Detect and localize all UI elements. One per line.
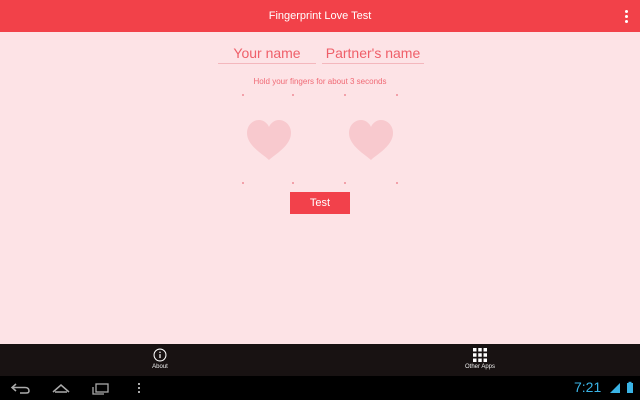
overflow-menu-icon[interactable] bbox=[620, 6, 632, 26]
clock: 7:21 bbox=[574, 379, 602, 395]
fingerprint-pad-left[interactable] bbox=[242, 94, 346, 184]
back-icon[interactable] bbox=[10, 380, 32, 396]
app-title: Fingerprint Love Test bbox=[268, 10, 372, 22]
fingerprint-pad-right[interactable] bbox=[344, 94, 448, 184]
menu-icon[interactable] bbox=[135, 380, 143, 396]
system-nav-bar: 7:21 bbox=[0, 376, 640, 400]
about-label: About bbox=[152, 364, 168, 370]
home-icon[interactable] bbox=[50, 380, 72, 396]
test-button[interactable]: Test bbox=[290, 192, 350, 214]
heart-icon bbox=[349, 120, 393, 160]
instruction-text: Hold your fingers for about 3 seconds bbox=[253, 77, 387, 86]
grid-apps-icon bbox=[473, 348, 487, 362]
signal-icon bbox=[610, 383, 620, 393]
recent-apps-icon[interactable] bbox=[90, 380, 112, 396]
status-icons bbox=[610, 381, 633, 393]
your-name-input[interactable] bbox=[218, 42, 316, 64]
about-action[interactable]: About bbox=[140, 344, 180, 376]
battery-icon bbox=[627, 383, 633, 393]
info-circle-icon bbox=[153, 348, 167, 362]
other-apps-label: Other Apps bbox=[464, 364, 496, 370]
app-bar: Fingerprint Love Test bbox=[0, 0, 640, 32]
bottom-action-bar: About Other Apps bbox=[0, 344, 640, 376]
main-content: Hold your fingers for about 3 seconds Te… bbox=[0, 32, 640, 344]
other-apps-action[interactable]: Other Apps bbox=[455, 344, 505, 376]
heart-icon bbox=[247, 120, 291, 160]
partners-name-input[interactable] bbox=[322, 42, 424, 64]
